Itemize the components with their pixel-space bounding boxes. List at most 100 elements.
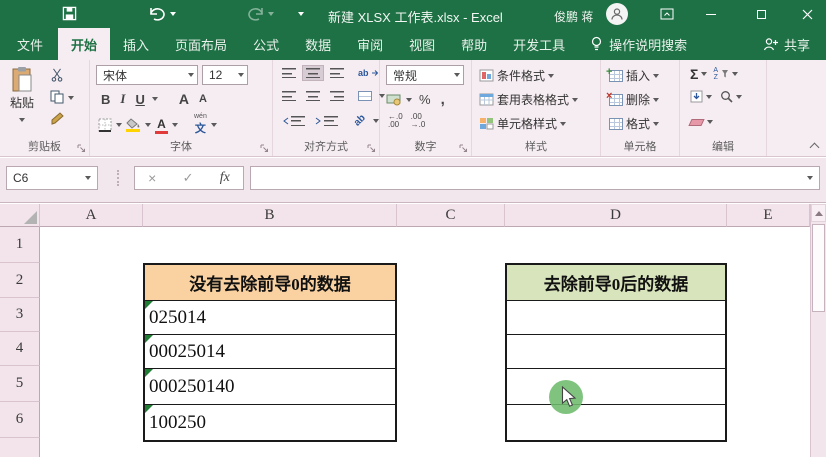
decrease-indent-icon[interactable] bbox=[279, 114, 308, 128]
percent-style-button[interactable]: % bbox=[416, 91, 434, 108]
row-header-partial[interactable] bbox=[0, 438, 40, 457]
ribbon-display-options-icon[interactable] bbox=[650, 0, 684, 28]
column-header-b[interactable]: B bbox=[143, 204, 397, 227]
borders-caret[interactable] bbox=[116, 123, 122, 127]
format-painter-icon[interactable] bbox=[50, 112, 64, 126]
undo-dropdown-caret[interactable] bbox=[170, 12, 176, 16]
merge-center-icon[interactable] bbox=[355, 89, 375, 103]
fill-color-icon[interactable] bbox=[126, 118, 141, 132]
vertical-scrollbar[interactable] bbox=[810, 204, 826, 457]
tab-file[interactable]: 文件 bbox=[2, 28, 58, 60]
enter-icon[interactable]: ✓ bbox=[183, 170, 194, 186]
comma-style-button[interactable]: , bbox=[438, 90, 448, 109]
increase-indent-icon[interactable] bbox=[312, 114, 341, 128]
cell-b5[interactable]: 000250140 bbox=[145, 368, 395, 404]
italic-button[interactable]: I bbox=[117, 90, 128, 108]
align-left-icon[interactable] bbox=[279, 89, 299, 103]
scroll-up-button[interactable] bbox=[811, 204, 826, 222]
cut-icon[interactable] bbox=[50, 68, 64, 82]
decrease-font-button[interactable]: A bbox=[196, 92, 210, 106]
delete-cells-button[interactable]: × 删除 bbox=[606, 90, 660, 108]
column-header-a[interactable]: A bbox=[40, 204, 143, 227]
tab-page-layout[interactable]: 页面布局 bbox=[162, 28, 240, 60]
cell-styles-button[interactable]: 单元格样式 bbox=[479, 115, 567, 132]
row-header-1[interactable]: 1 bbox=[0, 227, 40, 263]
align-top-icon[interactable] bbox=[279, 66, 299, 80]
tab-help[interactable]: 帮助 bbox=[448, 28, 500, 60]
font-color-caret[interactable] bbox=[172, 123, 178, 127]
tab-review[interactable]: 审阅 bbox=[344, 28, 396, 60]
row-header-2[interactable]: 2 bbox=[0, 263, 40, 298]
alignment-dialog-launcher[interactable] bbox=[367, 144, 376, 153]
accounting-caret[interactable] bbox=[406, 97, 412, 102]
column-header-e[interactable]: E bbox=[727, 204, 810, 227]
redo-icon[interactable] bbox=[246, 6, 265, 21]
clear-eraser-icon[interactable] bbox=[688, 115, 705, 129]
number-dialog-launcher[interactable] bbox=[459, 144, 468, 153]
underline-button[interactable]: U bbox=[132, 91, 147, 108]
share-button[interactable]: 共享 bbox=[747, 28, 826, 60]
cell-d4[interactable] bbox=[507, 334, 725, 368]
format-as-table-button[interactable]: 套用表格格式 bbox=[479, 91, 579, 108]
collapse-ribbon-chevron[interactable] bbox=[809, 141, 820, 153]
fill-down-icon[interactable] bbox=[690, 90, 712, 103]
select-all-corner[interactable] bbox=[0, 204, 40, 227]
tab-home[interactable]: 开始 bbox=[58, 28, 111, 60]
cell-b4[interactable]: 00025014 bbox=[145, 334, 395, 368]
increase-font-button[interactable]: A bbox=[176, 90, 192, 108]
name-box-caret[interactable] bbox=[85, 176, 91, 180]
autosum-button[interactable]: Σ bbox=[690, 66, 708, 82]
cell-d5[interactable] bbox=[507, 368, 725, 404]
row-header-3[interactable]: 3 bbox=[0, 298, 40, 332]
orientation-caret[interactable] bbox=[372, 118, 379, 123]
increase-decimal-icon[interactable]: ←.0.00 bbox=[388, 113, 403, 129]
avatar[interactable] bbox=[606, 3, 628, 25]
column-header-d[interactable]: D bbox=[505, 204, 727, 227]
orientation-icon[interactable]: ab bbox=[351, 112, 369, 128]
scrollbar-thumb[interactable] bbox=[812, 224, 825, 312]
accounting-format-icon[interactable] bbox=[386, 93, 402, 106]
quick-access-customize-caret[interactable] bbox=[298, 12, 304, 16]
close-button[interactable] bbox=[790, 0, 824, 28]
copy-caret[interactable] bbox=[68, 96, 74, 100]
redo-dropdown-caret[interactable] bbox=[268, 12, 274, 16]
font-size-combobox[interactable]: 12 bbox=[202, 65, 248, 85]
row-header-6[interactable]: 6 bbox=[0, 402, 40, 438]
align-bottom-icon[interactable] bbox=[327, 66, 347, 80]
cell-d2[interactable]: 去除前导0后的数据 bbox=[507, 265, 725, 300]
tab-view[interactable]: 视图 bbox=[396, 28, 448, 60]
align-center-icon[interactable] bbox=[303, 89, 323, 103]
fill-color-caret[interactable] bbox=[145, 123, 151, 127]
font-color-icon[interactable]: A bbox=[155, 117, 168, 134]
font-dialog-launcher[interactable] bbox=[260, 144, 269, 153]
clear-caret[interactable] bbox=[707, 120, 713, 124]
align-middle-icon[interactable] bbox=[302, 65, 324, 81]
tab-data[interactable]: 数据 bbox=[292, 28, 344, 60]
conditional-formatting-button[interactable]: 条件格式 bbox=[479, 67, 555, 84]
copy-icon[interactable] bbox=[50, 90, 64, 104]
number-format-combobox[interactable]: 常规 bbox=[386, 65, 464, 85]
row-header-5[interactable]: 5 bbox=[0, 366, 40, 402]
cell-b2[interactable]: 没有去除前导0的数据 bbox=[145, 265, 395, 300]
tab-insert[interactable]: 插入 bbox=[110, 28, 162, 60]
wrap-text-icon[interactable]: ab bbox=[355, 66, 382, 80]
decrease-decimal-icon[interactable]: .00 →.0 bbox=[411, 113, 426, 129]
cell-d6[interactable] bbox=[507, 404, 725, 440]
cell-b6[interactable]: 100250 bbox=[145, 404, 395, 440]
name-box[interactable]: C6 bbox=[6, 166, 98, 190]
cell-b3[interactable]: 025014 bbox=[145, 300, 395, 334]
expand-formula-bar-caret[interactable] bbox=[807, 176, 813, 180]
format-cells-button[interactable]: 格式 bbox=[609, 115, 660, 132]
formula-input[interactable] bbox=[250, 166, 820, 190]
phonetic-caret[interactable] bbox=[210, 123, 217, 127]
tab-developer[interactable]: 开发工具 bbox=[500, 28, 578, 60]
tab-formulas[interactable]: 公式 bbox=[240, 28, 292, 60]
maximize-button[interactable] bbox=[744, 0, 778, 28]
insert-cells-button[interactable]: + 插入 bbox=[606, 66, 660, 84]
minimize-button[interactable] bbox=[694, 0, 728, 28]
underline-caret[interactable] bbox=[151, 97, 158, 101]
insert-function-icon[interactable]: fx bbox=[220, 170, 230, 186]
paste-caret[interactable] bbox=[19, 118, 25, 122]
borders-icon[interactable] bbox=[98, 118, 112, 132]
phonetic-guide-icon[interactable]: wén 文 bbox=[194, 113, 207, 136]
